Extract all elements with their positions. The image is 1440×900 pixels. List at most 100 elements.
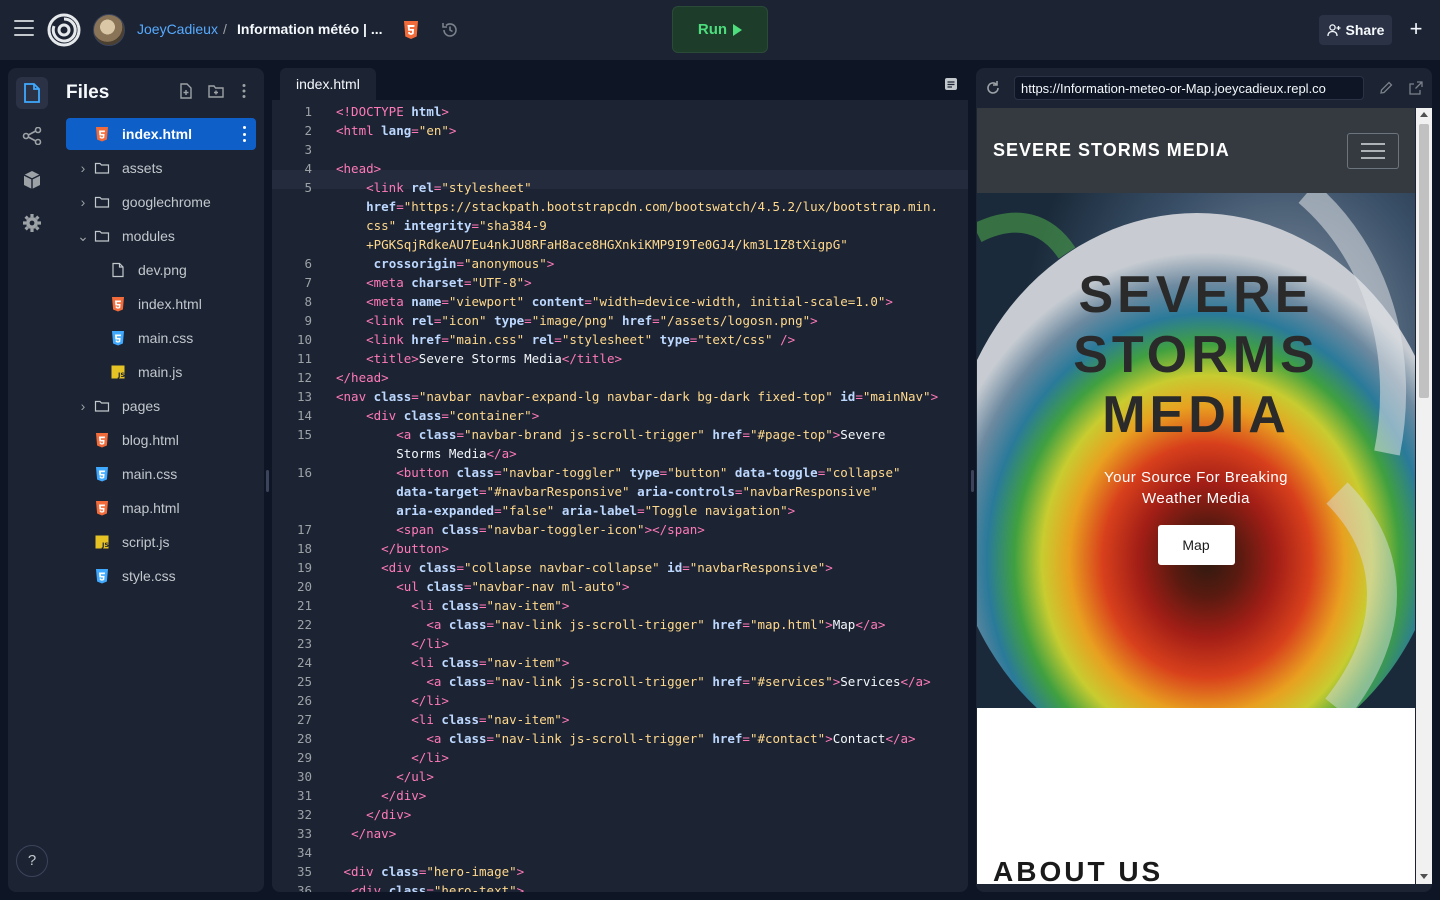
new-file-icon[interactable] <box>177 82 195 100</box>
code-line[interactable]: +PGKSqjRdkeAU7Eu4nkJU8RFaH8ace8HGXnkiKMP… <box>336 235 848 254</box>
file-options-kebab-icon[interactable] <box>242 126 246 142</box>
rendered-website: SEVERE STORMS MEDIA SEVERE STORMS MEDIA … <box>977 108 1415 884</box>
run-button[interactable]: Run <box>672 6 768 53</box>
code-line[interactable]: <title>Severe Storms Media</title> <box>336 349 622 368</box>
file-item[interactable]: map.html <box>66 492 256 524</box>
js-file-icon: JS <box>111 365 125 379</box>
tab-index-html[interactable]: index.html <box>280 68 376 100</box>
webview-url-input[interactable] <box>1014 76 1364 100</box>
file-item[interactable]: dev.png <box>66 254 256 286</box>
code-line[interactable]: </li> <box>336 748 449 767</box>
folder-item[interactable]: › assets <box>66 152 256 184</box>
user-avatar[interactable] <box>93 14 125 46</box>
add-pane-plus-icon[interactable]: + <box>1404 17 1428 41</box>
file-item[interactable]: index.html <box>66 118 256 150</box>
file-item[interactable]: blog.html <box>66 424 256 456</box>
hamburger-menu-icon[interactable] <box>14 20 34 36</box>
code-line[interactable]: <span class="navbar-toggler-icon"></span… <box>336 520 705 539</box>
code-line[interactable]: <li class="nav-item"> <box>336 710 569 729</box>
code-line[interactable]: </div> <box>336 786 426 805</box>
code-line[interactable]: <div class="container"> <box>336 406 539 425</box>
code-line[interactable]: <link rel="icon" type="image/png" href="… <box>336 311 818 330</box>
code-line[interactable]: <link rel="stylesheet" <box>336 178 532 197</box>
new-folder-icon[interactable] <box>207 82 225 100</box>
reload-icon[interactable] <box>984 79 1002 97</box>
file-item[interactable]: main.css <box>66 322 256 354</box>
line-number: 26 <box>296 693 312 708</box>
panel-resize-handle-right[interactable] <box>971 470 974 492</box>
code-line[interactable]: data-target="#navbarResponsive" aria-con… <box>336 482 878 501</box>
navbar-toggler-button[interactable] <box>1347 133 1399 169</box>
code-line[interactable]: <link href="main.css" rel="stylesheet" t… <box>336 330 795 349</box>
file-item[interactable]: JS main.js <box>66 356 256 388</box>
line-number: 27 <box>296 712 312 727</box>
code-line[interactable]: <meta name="viewport" content="width=dev… <box>336 292 893 311</box>
code-line[interactable]: <div class="collapse navbar-collapse" id… <box>336 558 833 577</box>
code-line[interactable]: <li class="nav-item"> <box>336 596 569 615</box>
code-line[interactable]: <a class="nav-link js-scroll-trigger" hr… <box>336 615 885 634</box>
replit-logo-icon[interactable] <box>46 12 82 48</box>
help-button[interactable]: ? <box>16 845 48 877</box>
webview-scrollbar[interactable] <box>1416 108 1432 884</box>
code-line[interactable]: css" integrity="sha384-9 <box>336 216 547 235</box>
folder-item[interactable]: ⌄ modules <box>66 220 256 252</box>
hero-map-button[interactable]: Map <box>1157 525 1235 565</box>
code-line[interactable]: <button class="navbar-toggler" type="but… <box>336 463 900 482</box>
code-line[interactable]: </li> <box>336 691 449 710</box>
code-line[interactable]: </button> <box>336 539 449 558</box>
scroll-up-arrow-icon[interactable] <box>1420 112 1428 117</box>
folder-icon <box>94 400 110 412</box>
settings-button[interactable] <box>16 207 48 239</box>
code-line[interactable]: <div class="hero-text"> <box>336 881 524 892</box>
code-token: "nav-link js-scroll-trigger" <box>494 731 713 746</box>
file-item[interactable]: main.css <box>66 458 256 490</box>
code-line[interactable]: <a class="nav-link js-scroll-trigger" hr… <box>336 672 930 691</box>
html-file-icon <box>96 127 108 142</box>
open-in-new-tab-icon[interactable] <box>1408 80 1424 96</box>
scroll-down-arrow-icon[interactable] <box>1420 874 1428 879</box>
code-line[interactable]: Storms Media</a> <box>336 444 516 463</box>
packages-button[interactable] <box>16 164 48 196</box>
repl-title[interactable]: Information météo | ... <box>237 21 382 37</box>
code-line[interactable]: </nav> <box>336 824 396 843</box>
more-options-icon[interactable] <box>235 82 253 100</box>
code-area[interactable]: 1 <!DOCTYPE html> 2 <html lang="en"> 3 4 <head… <box>272 100 968 892</box>
files-tool-button[interactable] <box>16 77 48 109</box>
code-line[interactable]: crossorigin="anonymous"> <box>336 254 555 273</box>
code-line[interactable]: <!DOCTYPE html> <box>336 102 449 121</box>
file-item[interactable]: JS script.js <box>66 526 256 558</box>
folder-item[interactable]: › pages <box>66 390 256 422</box>
code-line[interactable]: href="https://stackpath.bootstrapcdn.com… <box>336 197 938 216</box>
code-token: > <box>441 104 449 119</box>
folder-item[interactable]: › googlechrome <box>66 186 256 218</box>
file-item[interactable]: style.css <box>66 560 256 592</box>
code-token: = <box>463 579 472 594</box>
version-control-button[interactable] <box>16 120 48 152</box>
code-line[interactable]: <meta charset="UTF-8"> <box>336 273 532 292</box>
edit-url-pencil-icon[interactable] <box>1378 80 1394 96</box>
breadcrumb-user-link[interactable]: JoeyCadieux <box>137 21 218 37</box>
code-line[interactable]: <ul class="navbar-nav ml-auto"> <box>336 577 629 596</box>
code-line[interactable]: <head> <box>336 159 381 178</box>
code-line[interactable]: <div class="hero-image"> <box>336 862 525 881</box>
code-line[interactable]: </div> <box>336 805 411 824</box>
code-line[interactable]: </ul> <box>336 767 434 786</box>
editor-layout-menu-icon[interactable] <box>944 77 958 91</box>
code-line[interactable]: <nav class="navbar navbar-expand-lg navb… <box>336 387 938 406</box>
code-line[interactable]: </li> <box>336 634 449 653</box>
panel-resize-handle-left[interactable] <box>266 470 269 492</box>
code-line[interactable]: aria-expanded="false" aria-label="Toggle… <box>336 501 795 520</box>
code-line[interactable]: </head> <box>336 368 389 387</box>
code-line[interactable]: <a class="navbar-brand js-scroll-trigger… <box>336 425 885 444</box>
code-line[interactable]: <a class="nav-link js-scroll-trigger" hr… <box>336 729 915 748</box>
code-token: href <box>712 674 743 689</box>
code-line[interactable]: <html lang="en"> <box>336 121 456 140</box>
file-item[interactable]: index.html <box>66 288 256 320</box>
history-icon[interactable] <box>440 20 460 40</box>
scrollbar-thumb[interactable] <box>1419 124 1429 398</box>
share-button[interactable]: Share <box>1319 15 1392 45</box>
code-line[interactable]: <li class="nav-item"> <box>336 653 569 672</box>
site-brand-link[interactable]: SEVERE STORMS MEDIA <box>993 140 1230 161</box>
